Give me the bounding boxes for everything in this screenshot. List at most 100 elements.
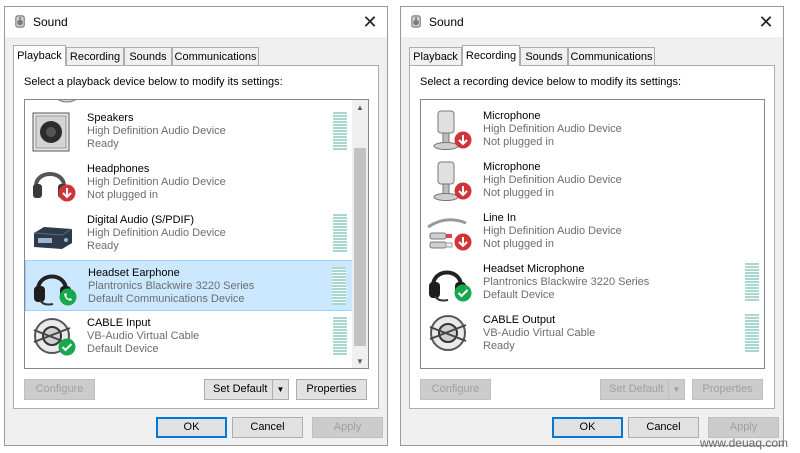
tab-playback[interactable]: Playback [409,47,462,65]
device-status: Ready [483,340,515,352]
sound-dialog-recording: Sound ✕ Playback Recording Sounds Commun… [400,6,784,446]
scroll-down-icon[interactable]: ▼ [352,354,368,368]
device-list[interactable]: Speakers High Definition Audio Device Re… [24,99,369,369]
not-plugged-in-icon [58,184,76,202]
close-button[interactable]: ✕ [749,7,783,37]
tab-sounds[interactable]: Sounds [124,47,172,65]
tab-communications[interactable]: Communications [172,47,259,65]
cancel-button[interactable]: Cancel [628,417,699,438]
device-item[interactable]: Microphone High Definition Audio Device … [421,104,749,155]
close-button[interactable]: ✕ [353,7,387,37]
device-name: Digital Audio (S/PDIF) [87,214,194,226]
device-status: Ready [87,138,119,150]
device-text: Microphone High Definition Audio Device … [483,110,622,149]
properties-button[interactable]: Properties [296,379,367,400]
default-device-check-icon [58,338,76,356]
device-item[interactable]: Headset Microphone Plantronics Blackwire… [421,257,759,308]
device-status: Not plugged in [483,136,554,148]
scroll-thumb[interactable] [354,148,366,346]
apply-button[interactable]: Apply [708,417,779,438]
not-plugged-in-icon [454,131,472,149]
configure-button[interactable]: Configure [24,379,95,400]
device-list[interactable]: Microphone High Definition Audio Device … [420,99,765,369]
ok-button[interactable]: OK [156,417,227,438]
device-item[interactable]: CABLE Input VB-Audio Virtual Cable Defau… [25,311,353,362]
device-text: Line In High Definition Audio Device Not… [483,212,622,251]
window-title: Sound [33,15,68,29]
apply-button[interactable]: Apply [312,417,383,438]
device-name: Headset Microphone [483,263,585,275]
instruction-text: Select a playback device below to modify… [24,76,283,88]
device-text: Digital Audio (S/PDIF) High Definition A… [87,214,226,253]
device-item[interactable]: Speakers High Definition Audio Device Re… [25,106,353,157]
dropdown-arrow-icon[interactable]: ▼ [272,380,288,399]
ok-button[interactable]: OK [552,417,623,438]
sound-app-icon [411,15,421,28]
tab-recording[interactable]: Recording [66,47,124,65]
tab-recording[interactable]: Recording [462,45,520,66]
device-name: Microphone [483,161,541,173]
device-text: Speakers High Definition Audio Device Re… [87,112,226,151]
device-description: High Definition Audio Device [483,123,622,135]
device-description: High Definition Audio Device [483,225,622,237]
scroll-up-icon[interactable]: ▲ [352,100,368,114]
device-status: Ready [87,240,119,252]
device-name: Headset Earphone [88,267,180,279]
vertical-scrollbar[interactable]: ▲ ▼ [352,100,368,368]
communications-phone-icon [59,288,77,306]
device-name: CABLE Output [483,314,556,326]
device-item-selected[interactable]: Headset Earphone Plantronics Blackwire 3… [25,260,353,311]
device-item[interactable]: CABLE Output VB-Audio Virtual Cable Read… [421,308,759,359]
set-default-label: Set Default [609,383,664,395]
tab-sounds[interactable]: Sounds [520,47,568,65]
device-status: Default Device [87,343,159,355]
not-plugged-in-icon [454,182,472,200]
not-plugged-in-icon [454,233,472,251]
device-status: Not plugged in [483,187,554,199]
tab-playback[interactable]: Playback [13,45,66,66]
set-default-button[interactable]: Set Default ▼ [600,379,685,400]
device-text: CABLE Input VB-Audio Virtual Cable Defau… [87,317,199,356]
set-default-button[interactable]: Set Default ▼ [204,379,289,400]
window-title: Sound [429,15,464,29]
device-item[interactable]: Digital Audio (S/PDIF) High Definition A… [25,208,353,259]
device-description: High Definition Audio Device [87,227,226,239]
speaker-icon [32,112,70,152]
sound-app-icon [15,15,25,28]
volume-meter [332,267,346,305]
title-bar: Sound ✕ [401,7,783,37]
volume-meter [333,112,347,150]
device-text: Headset Microphone Plantronics Blackwire… [483,263,649,302]
recording-panel: Select a recording device below to modif… [409,65,775,409]
volume-meter [745,314,759,352]
device-text: CABLE Output VB-Audio Virtual Cable Read… [483,314,595,353]
properties-button[interactable]: Properties [692,379,763,400]
volume-meter [333,214,347,252]
device-status: Default Communications Device [88,293,245,305]
device-item[interactable]: Line In High Definition Audio Device Not… [421,206,749,257]
device-text: Microphone High Definition Audio Device … [483,161,622,200]
default-device-check-icon [454,284,472,302]
device-name: Headphones [87,163,150,175]
sound-dialog-playback: Sound ✕ Playback Recording Sounds Commun… [4,6,388,446]
device-name: Microphone [483,110,541,122]
instruction-text: Select a recording device below to modif… [420,76,682,88]
watermark-text: www.deuaq.com [699,436,788,450]
cable-icon [429,315,467,351]
dropdown-arrow-icon[interactable]: ▼ [668,380,684,399]
device-description: VB-Audio Virtual Cable [87,330,200,342]
configure-button[interactable]: Configure [420,379,491,400]
device-description: Plantronics Blackwire 3220 Series [483,276,650,288]
cancel-button[interactable]: Cancel [232,417,303,438]
device-text: Headphones High Definition Audio Device … [87,163,226,202]
title-bar: Sound ✕ [5,7,387,37]
tab-communications[interactable]: Communications [568,47,655,65]
device-status: Not plugged in [483,238,554,250]
device-name: CABLE Input [87,317,151,329]
device-item[interactable]: Microphone High Definition Audio Device … [421,155,749,206]
device-description: Plantronics Blackwire 3220 Series [88,280,255,292]
device-item[interactable]: Headphones High Definition Audio Device … [25,157,353,208]
digital-audio-icon [33,227,73,249]
device-status: Default Device [483,289,555,301]
device-name: Speakers [87,112,134,124]
